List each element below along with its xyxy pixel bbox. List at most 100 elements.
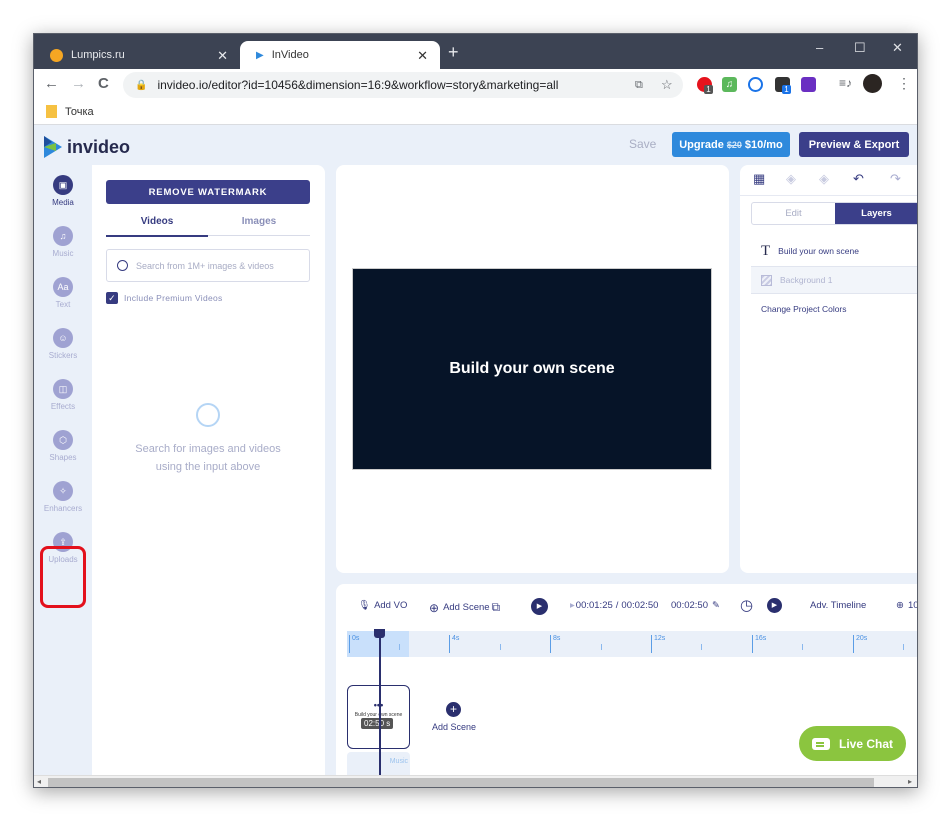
add-vo-button[interactable]: 🎙 Add VO	[358, 600, 407, 611]
maximize-button[interactable]: ☐	[854, 40, 866, 56]
scroll-left-icon[interactable]: ◂	[37, 777, 41, 786]
ruler-tick: 16s	[752, 635, 766, 653]
extension-badge: 1	[704, 85, 713, 94]
segment-layers[interactable]: Layers	[835, 203, 917, 224]
timeline-ruler[interactable]: 0s 4s 8s 12s 16s 20s	[347, 631, 917, 657]
profile-avatar[interactable]	[863, 74, 882, 93]
tab-images[interactable]: Images	[208, 216, 310, 236]
empty-search-icon	[196, 403, 220, 427]
extension-purple-icon[interactable]	[801, 77, 816, 92]
preview-export-button[interactable]: Preview & Export	[799, 132, 909, 157]
sidebar-item-text[interactable]: Aa Text	[34, 277, 92, 309]
lumpics-favicon-icon	[50, 48, 63, 62]
segment-edit[interactable]: Edit	[752, 203, 835, 224]
close-window-button[interactable]: ✕	[892, 40, 903, 56]
ruler-tick: 4s	[449, 635, 459, 653]
extension-vpn-icon[interactable]	[748, 77, 763, 92]
zoom-control[interactable]: ⊕ 10	[896, 600, 917, 611]
text-layer-icon: T	[761, 242, 771, 259]
preview-scene-icon[interactable]: ⧉	[492, 600, 501, 615]
layer-item[interactable]: T Build your own scene	[751, 237, 917, 265]
grid-icon[interactable]: ▦	[753, 171, 765, 187]
microphone-icon: 🎙	[358, 600, 371, 611]
scroll-right-icon[interactable]: ▸	[908, 777, 912, 786]
media-panel: REMOVE WATERMARK Videos Images Search fr…	[92, 165, 325, 775]
close-tab-icon[interactable]: ✕	[417, 48, 428, 64]
bookmark-label: Точка	[65, 105, 94, 118]
bookmark-folder[interactable]: Точка	[46, 105, 94, 118]
tab-invideo[interactable]: ▶ InVideo ✕	[240, 41, 440, 69]
layer-item[interactable]: Background 1	[751, 266, 917, 294]
invideo-favicon-icon: ▶	[256, 49, 264, 61]
edit-layers-toggle: Edit Layers	[751, 202, 917, 225]
preview-play-icon[interactable]: ▶	[767, 598, 782, 613]
tab-title: Lumpics.ru	[71, 49, 125, 61]
reload-button[interactable]: C	[98, 75, 109, 92]
ruler-minor-tick	[399, 644, 400, 650]
scrollbar-thumb[interactable]	[48, 778, 874, 787]
add-scene-plus-icon[interactable]: +	[446, 702, 461, 717]
magic-wand-icon: ✧	[53, 481, 73, 501]
uploads-highlight-frame	[40, 546, 86, 608]
browser-menu-icon[interactable]: ⋮	[897, 75, 911, 92]
ruler-minor-tick	[500, 644, 501, 650]
checkmark-icon: ✓	[106, 292, 118, 304]
horizontal-scrollbar[interactable]: ◂ ▸	[34, 775, 917, 787]
play-button[interactable]: ▶	[531, 598, 548, 615]
effects-icon: ◫	[53, 379, 73, 399]
title-bar: Lumpics.ru ✕ ▶ InVideo ✕ + – ☐ ✕	[34, 34, 917, 69]
layer-up-icon[interactable]: ◈	[819, 171, 829, 187]
save-button[interactable]: Save	[629, 137, 656, 151]
extension-music-icon[interactable]: ♫	[722, 77, 737, 92]
ruler-minor-tick	[903, 644, 904, 650]
tab-videos[interactable]: Videos	[106, 216, 208, 237]
add-scene-button[interactable]: ⊕ Add Scene ⧉	[429, 600, 500, 615]
scene-text[interactable]: Build your own scene	[449, 360, 614, 378]
invideo-logo[interactable]: invideo	[42, 136, 130, 158]
playhead-handle[interactable]	[374, 629, 385, 638]
sidebar-rail	[34, 175, 92, 775]
duration-editor[interactable]: 00:02:50 ✎	[671, 600, 720, 611]
scene-duration-badge: 02:50 s	[361, 718, 394, 729]
history-icon[interactable]: ◷	[740, 596, 753, 614]
bookmark-star-icon[interactable]: ☆	[661, 77, 673, 93]
redo-icon[interactable]: ↷	[890, 171, 901, 187]
forward-button[interactable]: →	[71, 75, 86, 92]
old-price: $20	[726, 139, 742, 150]
live-chat-button[interactable]: Live Chat	[799, 726, 906, 761]
include-premium-checkbox[interactable]: ✓ Include Premium Videos	[106, 292, 223, 304]
layer-down-icon[interactable]: ◈	[786, 171, 796, 187]
folder-icon	[46, 105, 57, 118]
zoom-in-icon: ⊕	[896, 600, 904, 611]
ruler-minor-tick	[802, 644, 803, 650]
add-scene-label[interactable]: Add Scene	[432, 722, 476, 732]
media-search-input[interactable]: Search from 1M+ images & videos	[106, 249, 310, 282]
ruler-tick: 12s	[651, 635, 665, 653]
url-text: invideo.io/editor?id=10456&dimension=16:…	[157, 78, 559, 92]
ruler-minor-tick	[701, 644, 702, 650]
sidebar-item-stickers[interactable]: ☺ Stickers	[34, 328, 92, 360]
new-tab-button[interactable]: +	[448, 42, 459, 63]
back-button[interactable]: ←	[44, 75, 59, 92]
minimize-button[interactable]: –	[816, 40, 823, 55]
translate-icon[interactable]: ⧉	[635, 79, 643, 92]
tab-lumpics[interactable]: Lumpics.ru ✕	[34, 41, 240, 69]
upgrade-button[interactable]: Upgrade $20 $10/mo	[672, 132, 790, 157]
sidebar-item-music[interactable]: ♫ Music	[34, 226, 92, 258]
undo-icon[interactable]: ↶	[853, 171, 864, 187]
sidebar-item-enhancers[interactable]: ✧ Enhancers	[34, 481, 92, 513]
right-panel: ▦ ◈ ◈ ↶ ↷ Edit Layers T Build your own s…	[740, 165, 917, 573]
close-tab-icon[interactable]: ✕	[217, 48, 228, 64]
sidebar-item-effects[interactable]: ◫ Effects	[34, 379, 92, 411]
scene-preview[interactable]: Build your own scene	[352, 268, 712, 470]
media-control-icon[interactable]: ≡♪	[839, 76, 852, 90]
address-bar[interactable]: 🔒 invideo.io/editor?id=10456&dimension=1…	[123, 72, 683, 98]
adv-timeline-button[interactable]: Adv. Timeline	[810, 600, 866, 611]
remove-watermark-button[interactable]: REMOVE WATERMARK	[106, 180, 310, 204]
change-project-colors-link[interactable]: Change Project Colors	[751, 295, 917, 323]
sidebar-item-shapes[interactable]: ⬡ Shapes	[34, 430, 92, 462]
tab-title: InVideo	[271, 49, 309, 61]
sidebar-item-media[interactable]: ▣ Media	[34, 175, 92, 207]
playhead[interactable]	[379, 629, 381, 775]
skip-icon[interactable]: ▸	[570, 600, 575, 611]
